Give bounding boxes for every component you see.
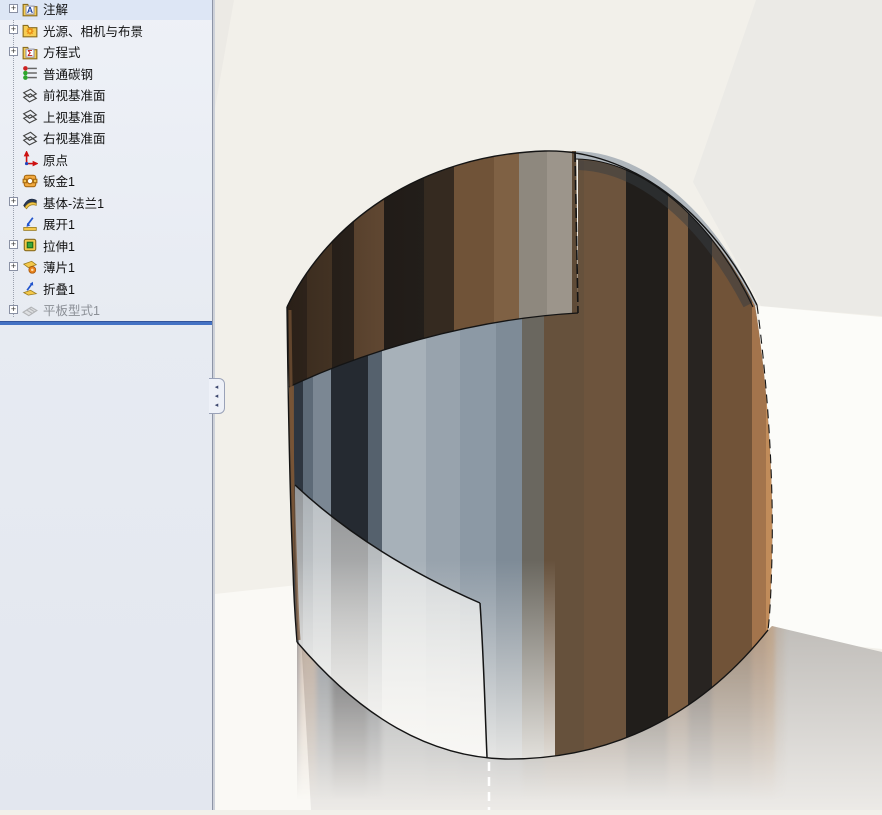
3d-scene [215, 0, 882, 810]
plane-icon [22, 131, 38, 146]
tree-item-unfold1[interactable]: 展开1 [0, 213, 212, 235]
tree-item-base-flange1[interactable]: 基体-法兰1 [0, 192, 212, 214]
tree-item-front-plane[interactable]: 前视基准面 [0, 84, 212, 106]
flat-pattern-icon [22, 306, 38, 317]
tree-item-label: 折叠1 [43, 282, 75, 297]
tree-item-equations[interactable]: Σ 方程式 [0, 41, 212, 63]
svg-text:A: A [27, 5, 33, 15]
tree-item-label: 右视基准面 [43, 132, 106, 147]
tree-item-label: 原点 [43, 153, 69, 168]
panel-splitter-handle[interactable] [209, 378, 225, 414]
extrude-icon [23, 238, 37, 252]
expand-plus-icon[interactable] [9, 45, 18, 58]
expand-plus-icon[interactable] [9, 303, 18, 316]
tree-item-label: 拉伸1 [43, 239, 75, 254]
tree-item-label: 普通碳钢 [43, 67, 94, 82]
expand-plus-icon[interactable] [9, 23, 18, 36]
expand-plus-icon[interactable] [9, 2, 18, 15]
rollback-bar[interactable] [0, 321, 212, 325]
tree-item-origin[interactable]: 原点 [0, 149, 212, 171]
expand-plus-icon[interactable] [9, 238, 18, 251]
tree-item-flat-pattern1[interactable]: 平板型式1 [0, 299, 212, 321]
tab-icon [22, 260, 38, 274]
tree-item-annotations[interactable]: A 注解 [0, 0, 212, 20]
fold-icon [22, 281, 38, 296]
tree-item-label: 钣金1 [43, 175, 75, 190]
solidworks-window: { "feature_tree": { "items": [ {"label":… [0, 0, 882, 810]
collapse-arrow-icon [215, 401, 219, 410]
feature-manager-panel: A 注解 光源、相机与布景 Σ 方程式 普通碳钢 前视基准面 上视基准面 [0, 0, 213, 810]
tree-item-label: 薄片1 [43, 261, 75, 276]
material-icon [23, 66, 37, 81]
tree-item-lights-cameras-scene[interactable]: 光源、相机与布景 [0, 20, 212, 42]
tree-item-label: 注解 [43, 3, 69, 18]
plane-icon [22, 88, 38, 103]
tree-item-label: 基体-法兰1 [43, 196, 105, 211]
floor-highlight-right [759, 306, 882, 649]
tree-item-label: 光源、相机与布景 [43, 24, 144, 39]
expand-plus-icon[interactable] [9, 195, 18, 208]
unfold-icon [23, 216, 37, 231]
origin-icon [23, 151, 38, 167]
tree-item-label: 方程式 [43, 46, 81, 61]
tree-item-tab1[interactable]: 薄片1 [0, 256, 212, 278]
annotations-folder-icon: A [22, 3, 38, 17]
tree-item-material[interactable]: 普通碳钢 [0, 63, 212, 85]
base-flange-icon [23, 199, 37, 210]
feature-tree: A 注解 光源、相机与布景 Σ 方程式 普通碳钢 前视基准面 上视基准面 [0, 0, 212, 321]
tree-item-right-plane[interactable]: 右视基准面 [0, 127, 212, 149]
collapse-arrow-icon [215, 383, 219, 392]
collapse-arrow-icon [215, 392, 219, 401]
equations-folder-icon: Σ [22, 46, 38, 60]
plane-icon [22, 109, 38, 124]
tree-item-label: 前视基准面 [43, 89, 106, 104]
tree-item-label: 平板型式1 [43, 304, 100, 319]
tree-item-sheet-metal1[interactable]: 钣金1 [0, 170, 212, 192]
graphics-area[interactable] [215, 0, 882, 810]
lights-cameras-scene-folder-icon [22, 25, 38, 38]
sheet-metal-icon [22, 174, 38, 188]
tree-item-label: 展开1 [43, 218, 75, 233]
tree-item-label: 上视基准面 [43, 110, 106, 125]
expand-plus-icon[interactable] [9, 260, 18, 273]
tree-item-extrude1[interactable]: 拉伸1 [0, 235, 212, 257]
tree-item-fold1[interactable]: 折叠1 [0, 278, 212, 300]
svg-text:Σ: Σ [27, 48, 32, 58]
tree-item-top-plane[interactable]: 上视基准面 [0, 106, 212, 128]
